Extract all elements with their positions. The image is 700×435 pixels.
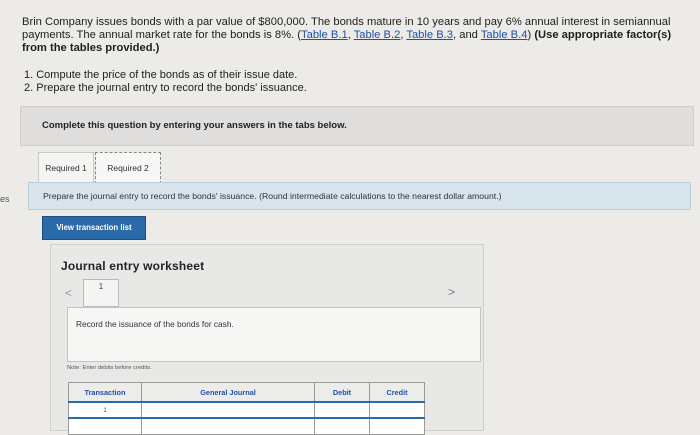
left-edge-text: es: [0, 194, 10, 204]
tab-required-2[interactable]: Required 2: [95, 152, 161, 184]
header-credit: Credit: [369, 382, 425, 403]
table-b4-link[interactable]: Table B.4: [481, 29, 528, 41]
instruction-text: Prepare the journal entry to record the …: [43, 191, 502, 201]
header-general-journal: General Journal: [141, 382, 315, 403]
tab-required-1[interactable]: Required 1: [38, 152, 94, 184]
table-row: 1: [68, 401, 425, 419]
credit-input[interactable]: [369, 417, 425, 435]
task-item: 1. Compute the price of the bonds as of …: [24, 69, 298, 81]
separator: , and: [453, 29, 481, 41]
debit-input[interactable]: [314, 401, 370, 419]
record-description-box: Record the issuance of the bonds for cas…: [67, 307, 481, 362]
chevron-left-icon[interactable]: <: [65, 286, 72, 300]
chevron-right-icon[interactable]: >: [448, 285, 455, 299]
table-header-row: Transaction General Journal Debit Credit: [68, 382, 425, 403]
debit-input[interactable]: [314, 417, 370, 435]
problem-text: Brin Company issues bonds with a par val…: [22, 16, 684, 55]
transaction-cell: 1: [68, 401, 142, 419]
instruction-banner: Complete this question by entering your …: [20, 106, 694, 146]
task-item: 2. Prepare the journal entry to record t…: [24, 82, 307, 94]
account-input[interactable]: [141, 401, 315, 419]
table-row: [68, 417, 425, 435]
account-input[interactable]: [141, 417, 315, 435]
worksheet-page-tab[interactable]: 1: [83, 279, 119, 307]
credit-input[interactable]: [369, 401, 425, 419]
worksheet-note: Note: Enter debits before credits.: [67, 365, 152, 371]
header-transaction: Transaction: [68, 382, 142, 403]
tab-instruction: Prepare the journal entry to record the …: [28, 182, 691, 210]
transaction-cell: [68, 417, 142, 435]
view-transaction-list-button[interactable]: View transaction list: [42, 216, 146, 240]
header-debit: Debit: [314, 382, 370, 403]
worksheet-title: Journal entry worksheet: [61, 259, 205, 273]
journal-table: Transaction General Journal Debit Credit…: [68, 382, 425, 435]
record-text: Record the issuance of the bonds for cas…: [76, 319, 234, 329]
table-b1-link[interactable]: Table B.1: [301, 29, 348, 41]
task-list: 1. Compute the price of the bonds as of …: [24, 69, 307, 95]
table-b2-link[interactable]: Table B.2: [354, 29, 401, 41]
table-b3-link[interactable]: Table B.3: [406, 29, 453, 41]
banner-text: Complete this question by entering your …: [42, 120, 347, 131]
